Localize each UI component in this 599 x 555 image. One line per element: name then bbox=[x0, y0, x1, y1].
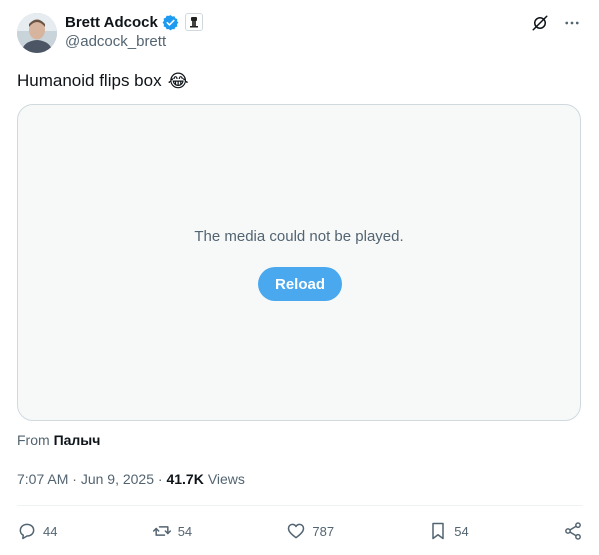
action-bar: 44 54 787 54 bbox=[17, 518, 583, 544]
avatar[interactable] bbox=[17, 13, 57, 53]
tweet-meta: 7:07 AM · Jun 9, 2025 · 41.7K Views bbox=[17, 471, 245, 487]
bookmark-icon bbox=[428, 521, 448, 541]
share-button[interactable] bbox=[563, 521, 583, 541]
source-attribution: From Палыч bbox=[17, 432, 100, 448]
verified-badge-icon bbox=[162, 14, 179, 31]
meta-separator: · bbox=[68, 471, 81, 487]
top-actions bbox=[529, 12, 583, 34]
views-label: Views bbox=[207, 471, 245, 487]
laughing-emoji-icon: 😂 bbox=[167, 71, 189, 91]
tweet-text-body: Humanoid flips box bbox=[17, 71, 162, 90]
robot-affiliate-icon[interactable] bbox=[184, 13, 203, 31]
author-display-name[interactable]: Brett Adcock bbox=[65, 14, 158, 31]
share-icon bbox=[563, 521, 583, 541]
source-prefix: From bbox=[17, 432, 50, 448]
heart-icon bbox=[286, 521, 306, 541]
reply-icon bbox=[17, 521, 37, 541]
author-handle[interactable]: @adcock_brett bbox=[65, 33, 166, 50]
divider bbox=[17, 505, 583, 506]
repost-count: 54 bbox=[177, 523, 193, 539]
repost-icon bbox=[152, 521, 172, 541]
media-error-message: The media could not be played. bbox=[194, 228, 404, 245]
more-options-icon[interactable] bbox=[561, 12, 583, 34]
source-name-link[interactable]: Палыч bbox=[54, 432, 101, 448]
grok-icon[interactable] bbox=[529, 12, 551, 34]
tweet: Brett Adcock @adcock_brett Humanoid flip… bbox=[0, 0, 599, 555]
tweet-time[interactable]: 7:07 AM bbox=[17, 471, 68, 487]
tweet-date[interactable]: Jun 9, 2025 bbox=[81, 471, 154, 487]
repost-button[interactable]: 54 bbox=[152, 521, 192, 541]
like-button[interactable]: 787 bbox=[286, 521, 334, 541]
reload-button[interactable]: Reload bbox=[258, 267, 342, 301]
like-count: 787 bbox=[312, 523, 335, 539]
bookmark-button[interactable]: 54 bbox=[428, 521, 469, 541]
media-player[interactable]: The media could not be played. Reload bbox=[17, 104, 581, 421]
tweet-text: Humanoid flips box 😂 bbox=[17, 70, 189, 92]
author-name-row: Brett Adcock bbox=[65, 12, 203, 32]
reply-count: 44 bbox=[43, 523, 58, 539]
reply-button[interactable]: 44 bbox=[17, 521, 57, 541]
views-count: 41.7K bbox=[166, 471, 204, 487]
bookmark-count: 54 bbox=[454, 523, 469, 539]
meta-separator-2: · bbox=[154, 471, 167, 487]
